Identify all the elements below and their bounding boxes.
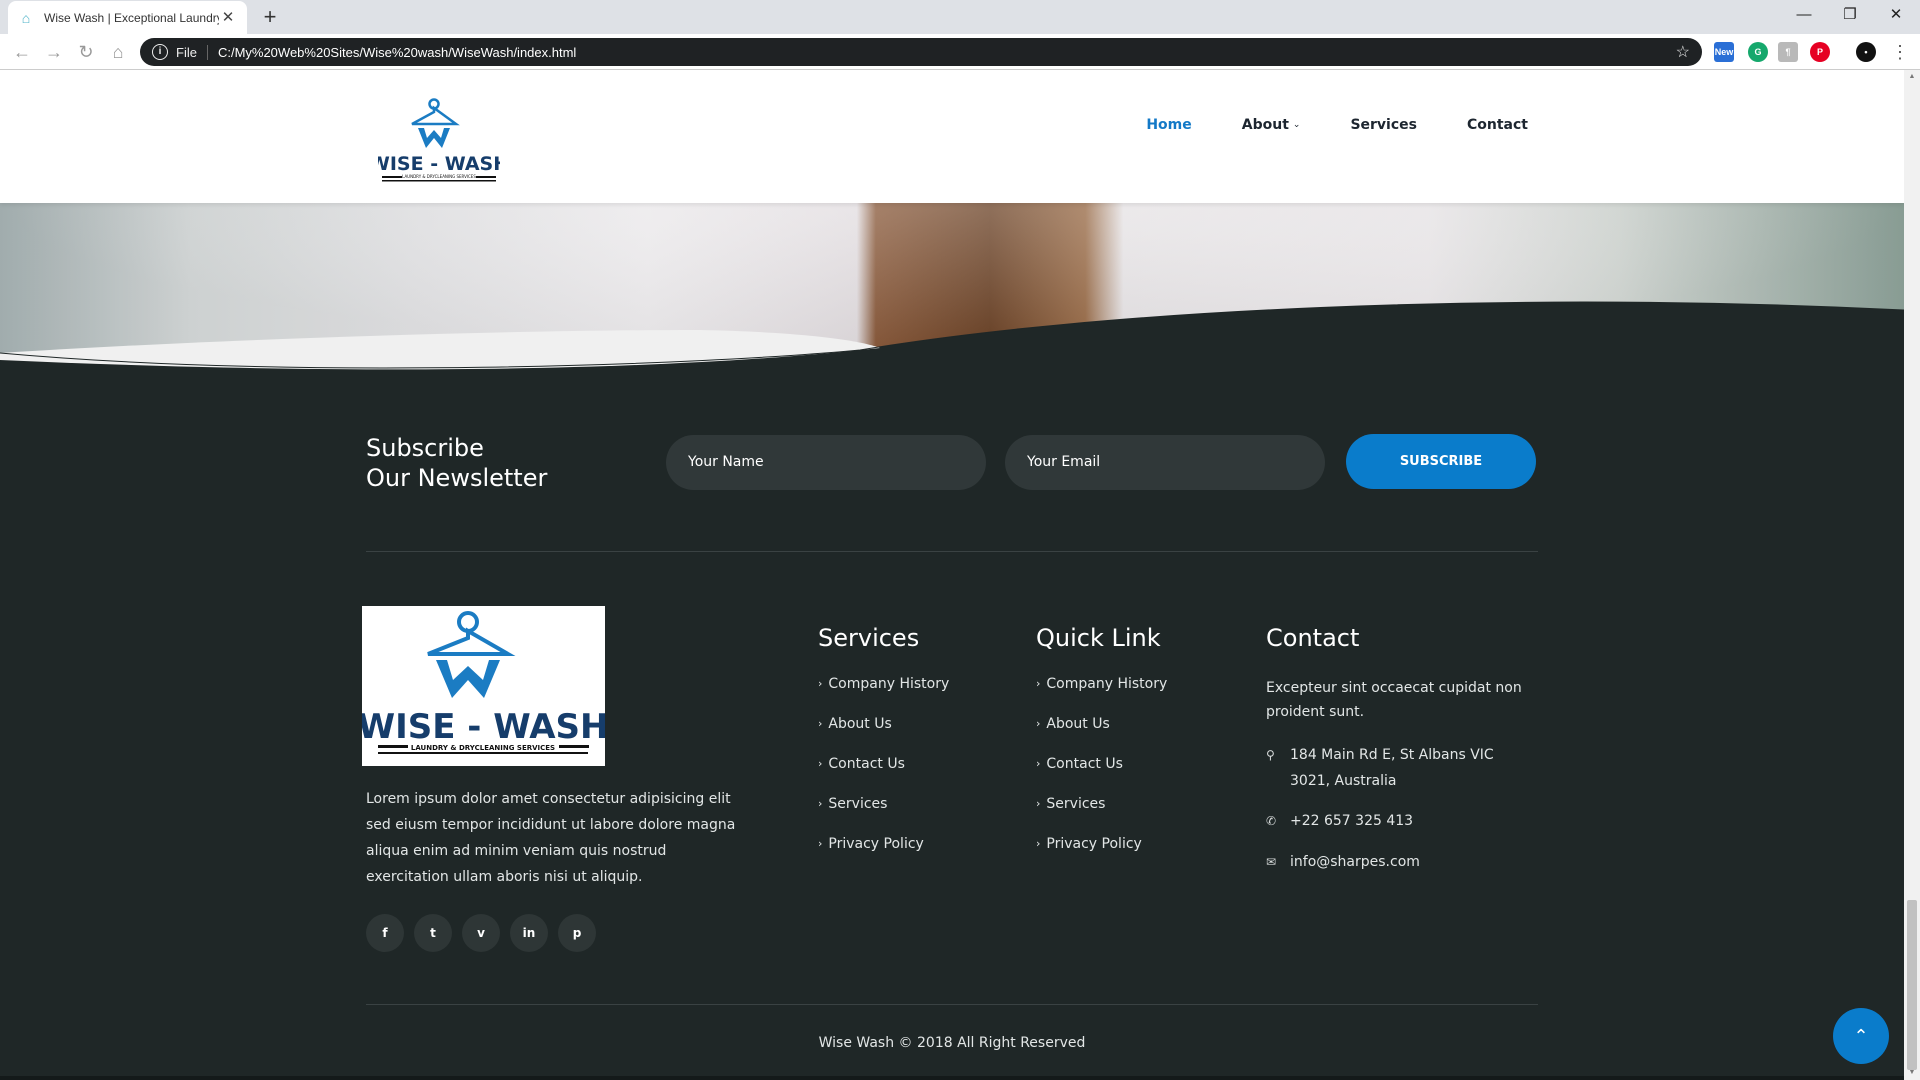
menu-dots-icon[interactable]: ⋮ — [1888, 40, 1912, 64]
back-to-top-button[interactable]: ⌃ — [1833, 1008, 1889, 1064]
restore-icon[interactable]: ❐ — [1827, 0, 1873, 30]
scroll-down-arrow-icon[interactable]: ▼ — [1904, 1066, 1920, 1080]
services-title: Services — [818, 624, 920, 652]
nav-contact[interactable]: Contact — [1467, 117, 1528, 133]
main-nav: Home About ⌄ Services Contact — [1096, 117, 1528, 133]
chevron-right-icon: › — [818, 797, 823, 810]
envelope-icon: ✉ — [1266, 855, 1277, 869]
about-text: Lorem ipsum dolor amet consectetur adipi… — [366, 791, 736, 885]
extension-gray-icon[interactable]: ¶ — [1778, 42, 1798, 62]
quick-link-list: › Company History › About Us › Contact Us ›… — [1036, 674, 1167, 874]
address-line-2: 3021, Australia — [1290, 773, 1397, 789]
footer-logo[interactable]: WISE - WASH LAUNDRY & DRYCLEANING SERVIC… — [358, 606, 608, 766]
url-scheme: File — [176, 44, 208, 60]
map-pin-icon: ⚲ — [1266, 748, 1275, 762]
quick-link-title: Quick Link — [1036, 624, 1161, 652]
contact-email: ✉ info@sharpes.com — [1266, 849, 1420, 875]
profile-avatar-icon[interactable]: • — [1856, 42, 1876, 62]
back-icon[interactable]: ← — [10, 40, 34, 64]
footer-divider — [366, 1004, 1538, 1005]
chevron-right-icon: › — [1036, 717, 1041, 730]
chevron-right-icon: › — [818, 837, 823, 850]
home-icon[interactable]: ⌂ — [106, 40, 130, 64]
social-links: f t v in p — [366, 914, 606, 952]
page-scrollbar[interactable]: ▲ ▼ — [1904, 70, 1920, 1080]
phone-number[interactable]: +22 657 325 413 — [1290, 808, 1413, 834]
quick-link-about-us[interactable]: › About Us — [1036, 714, 1167, 754]
email-address[interactable]: info@sharpes.com — [1290, 849, 1420, 875]
wise-wash-logo[interactable]: WISE - WASH LAUNDRY & DRYCLEANING SERVIC… — [378, 98, 500, 186]
copyright-text: Wise Wash © 2018 All Right Reserved — [818, 1035, 1086, 1051]
email-input[interactable]: Your Email — [1005, 435, 1325, 490]
page-viewport: WISE - WASH LAUNDRY & DRYCLEANING SERVIC… — [0, 70, 1904, 1080]
scroll-thumb[interactable] — [1907, 900, 1917, 1070]
chevron-right-icon: › — [1036, 837, 1041, 850]
address-line-1: 184 Main Rd E, St Albans VIC — [1290, 747, 1494, 763]
browser-tab[interactable]: ⌂ Wise Wash | Exceptional Laundry ✕ — [8, 1, 247, 34]
footer-wave — [0, 301, 1904, 430]
name-input[interactable]: Your Name — [666, 435, 986, 490]
contact-title: Contact — [1266, 624, 1360, 652]
logo-tagline: LAUNDRY & DRYCLEANING SERVICES — [402, 174, 476, 179]
twitter-icon[interactable]: t — [414, 914, 452, 952]
tab-title: Wise Wash | Exceptional Laundry — [44, 10, 219, 25]
bottom-strip — [0, 1076, 1904, 1080]
quick-link-privacy-policy[interactable]: › Privacy Policy — [1036, 834, 1167, 874]
quick-link-services[interactable]: › Services — [1036, 794, 1167, 834]
chevron-right-icon: › — [1036, 677, 1041, 690]
chevron-right-icon: › — [818, 717, 823, 730]
url-text[interactable]: C:/My%20Web%20Sites/Wise%20wash/WiseWash… — [218, 45, 1676, 60]
linkedin-icon[interactable]: in — [510, 914, 548, 952]
services-link-company-history[interactable]: › Company History — [818, 674, 949, 714]
footer-logo-text: WISE - WASH — [362, 707, 605, 747]
quick-link-contact-us[interactable]: › Contact Us — [1036, 754, 1167, 794]
pinterest-extension-icon[interactable]: P — [1810, 42, 1830, 62]
chevron-down-icon: ⌄ — [1292, 120, 1301, 130]
nav-home[interactable]: Home — [1146, 117, 1191, 133]
services-link-about-us[interactable]: › About Us — [818, 714, 949, 754]
services-list: › Company History › About Us › Contact Us ›… — [818, 674, 949, 874]
minimize-icon[interactable]: — — [1781, 0, 1827, 30]
info-icon[interactable]: i — [152, 44, 168, 60]
newsletter-title: Subscribe Our Newsletter — [366, 434, 548, 492]
hanger-favicon-icon: ⌂ — [21, 9, 31, 26]
phone-icon: ✆ — [1266, 814, 1277, 828]
section-divider — [366, 551, 1538, 552]
services-link-services[interactable]: › Services — [818, 794, 949, 834]
close-tab-icon[interactable]: ✕ — [219, 9, 237, 27]
bookmark-star-icon[interactable]: ☆ — [1676, 42, 1690, 62]
site-header: WISE - WASH LAUNDRY & DRYCLEANING SERVIC… — [0, 70, 1904, 203]
footer-logo-tagline: LAUNDRY & DRYCLEANING SERVICES — [411, 744, 555, 752]
extension-new-icon[interactable]: New — [1714, 42, 1734, 62]
quick-link-company-history[interactable]: › Company History — [1036, 674, 1167, 714]
forward-icon[interactable]: → — [42, 40, 66, 64]
chevron-right-icon: › — [818, 677, 823, 690]
address-bar[interactable]: i File C:/My%20Web%20Sites/Wise%20wash/W… — [140, 38, 1702, 66]
close-window-icon[interactable]: ✕ — [1873, 0, 1919, 30]
browser-toolbar: ← → ↻ ⌂ i File C:/My%20Web%20Sites/Wise%… — [0, 34, 1920, 70]
services-link-contact-us[interactable]: › Contact Us — [818, 754, 949, 794]
logo-text: WISE - WASH — [378, 153, 500, 175]
grammarly-extension-icon[interactable]: G — [1748, 42, 1768, 62]
pinterest-icon[interactable]: p — [558, 914, 596, 952]
chevron-up-icon: ⌃ — [1853, 1026, 1869, 1046]
subscribe-button[interactable]: SUBSCRIBE — [1346, 434, 1536, 489]
facebook-icon[interactable]: f — [366, 914, 404, 952]
chevron-right-icon: › — [1036, 757, 1041, 770]
vimeo-icon[interactable]: v — [462, 914, 500, 952]
contact-intro: Excepteur sint occaecat cupidat non proi… — [1266, 680, 1522, 720]
chevron-right-icon: › — [818, 757, 823, 770]
reload-icon[interactable]: ↻ — [74, 40, 98, 64]
new-tab-button[interactable]: + — [256, 4, 284, 30]
nav-about[interactable]: About ⌄ — [1242, 117, 1301, 133]
nav-services[interactable]: Services — [1350, 117, 1417, 133]
scroll-up-arrow-icon[interactable]: ▲ — [1904, 70, 1920, 84]
contact-address: ⚲ 184 Main Rd E, St Albans VIC 3021, Aus… — [1266, 742, 1494, 794]
chevron-right-icon: › — [1036, 797, 1041, 810]
browser-tabbar: ⌂ Wise Wash | Exceptional Laundry ✕ + — … — [0, 0, 1920, 34]
contact-phone: ✆ +22 657 325 413 — [1266, 808, 1413, 834]
services-link-privacy-policy[interactable]: › Privacy Policy — [818, 834, 949, 874]
